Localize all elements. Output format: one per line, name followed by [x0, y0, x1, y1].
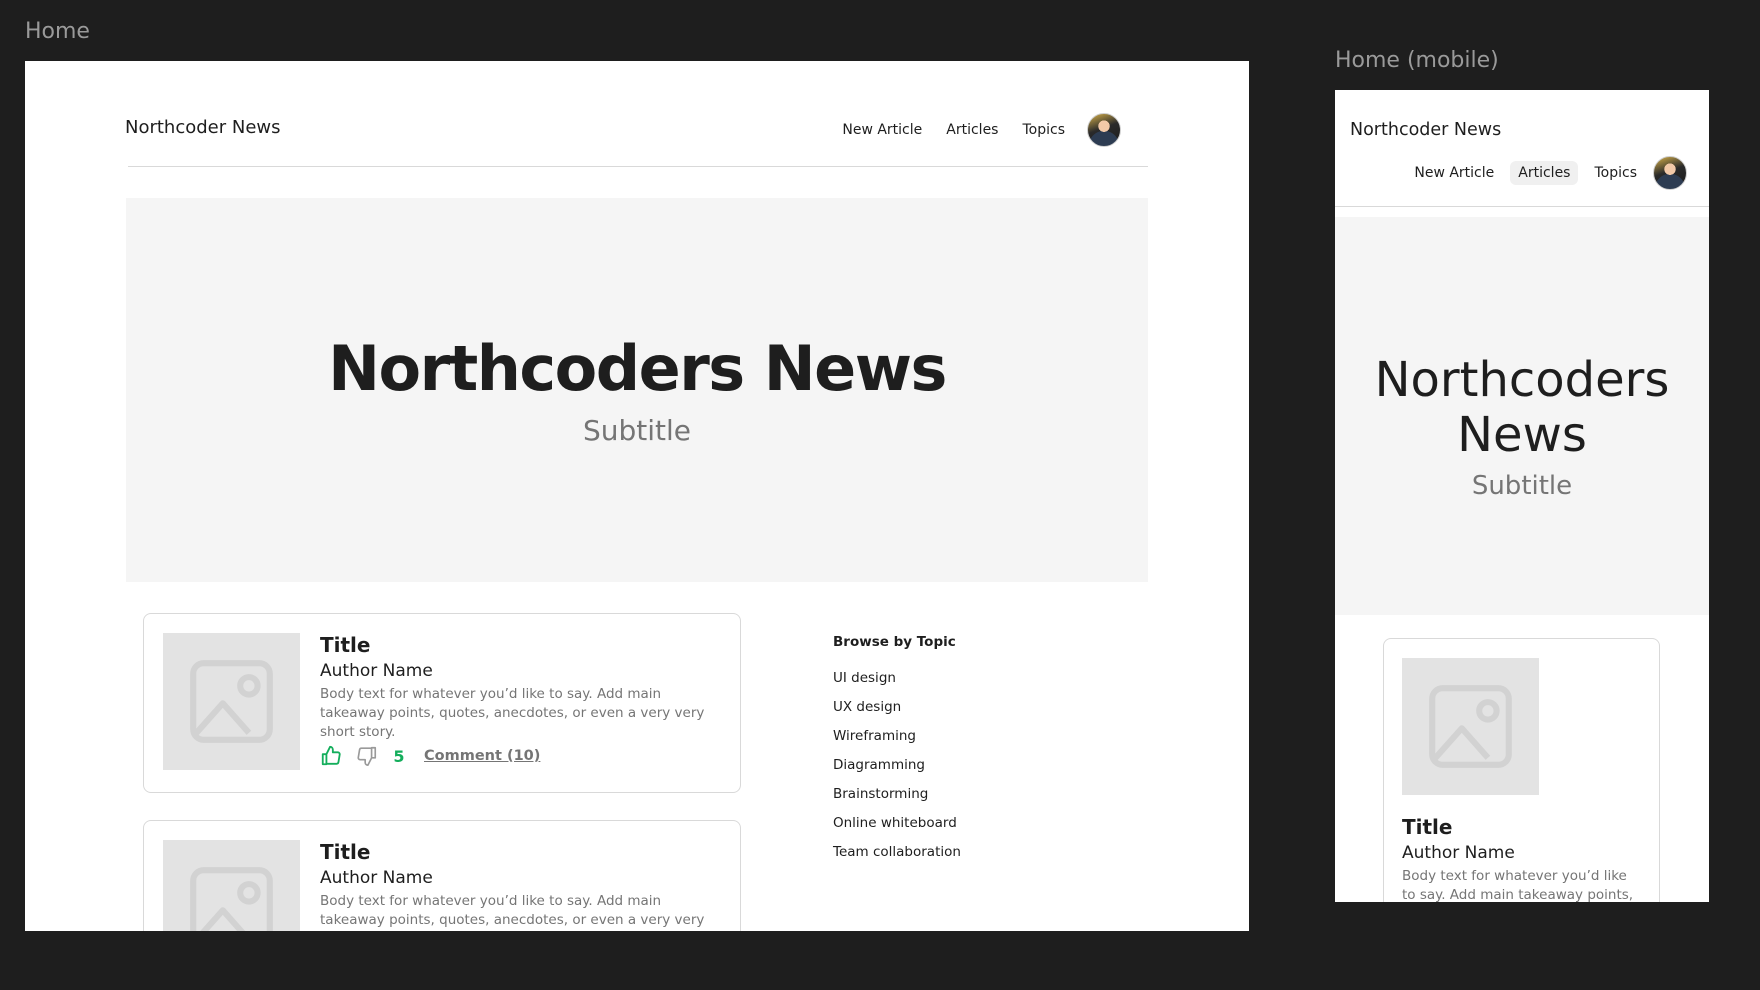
article-title[interactable]: Title	[320, 840, 720, 864]
article-body: Body text for whatever you’d like to say…	[1402, 868, 1634, 902]
frame-label-mobile: Home (mobile)	[1335, 48, 1499, 73]
article-title[interactable]: Title	[320, 633, 720, 657]
hero-title: Northcoders News	[1374, 352, 1670, 463]
site-header: Northcoder News New Article Articles Top…	[125, 113, 1145, 153]
topics-sidebar: Browse by Topic UI design UX design Wire…	[833, 634, 961, 871]
site-brand[interactable]: Northcoder News	[125, 117, 281, 138]
article-card[interactable]: Title Author Name Body text for whatever…	[143, 820, 741, 931]
article-author: Author Name	[320, 661, 433, 681]
article-actions: 5 Comment (10)	[320, 745, 540, 767]
article-author: Author Name	[1402, 843, 1515, 863]
header-divider	[128, 166, 1148, 167]
site-brand[interactable]: Northcoder News	[1350, 120, 1501, 140]
article-image-placeholder	[163, 840, 300, 931]
article-author: Author Name	[320, 868, 433, 888]
hero-subtitle: Subtitle	[1471, 471, 1573, 501]
topic-link[interactable]: UX design	[833, 697, 961, 726]
mobile-frame: Northcoder News New Article Articles Top…	[1335, 90, 1709, 902]
desktop-frame: Northcoder News New Article Articles Top…	[25, 61, 1249, 931]
header-divider	[1335, 206, 1709, 207]
main-nav: New Article Articles Topics	[840, 113, 1121, 147]
article-content: Title Author Name Body text for whatever…	[1402, 815, 1641, 902]
nav-topics[interactable]: Topics	[1020, 118, 1067, 142]
user-avatar[interactable]	[1653, 156, 1687, 190]
nav-articles[interactable]: Articles	[1510, 161, 1579, 185]
hero-subtitle: Subtitle	[582, 414, 692, 447]
hero-banner: Northcoders News Subtitle	[126, 198, 1148, 582]
nav-topics[interactable]: Topics	[1592, 161, 1639, 185]
topic-link[interactable]: UI design	[833, 668, 961, 697]
thumbs-up-icon[interactable]	[320, 745, 342, 767]
image-placeholder-icon	[190, 867, 273, 931]
topic-link[interactable]: Diagramming	[833, 755, 961, 784]
comment-link[interactable]: Comment (10)	[424, 748, 540, 764]
topic-link[interactable]: Team collaboration	[833, 842, 961, 871]
vote-count: 5	[393, 746, 405, 766]
article-image-placeholder	[1402, 658, 1539, 795]
hero-title: Northcoders News	[328, 332, 947, 405]
frame-label-desktop: Home	[25, 19, 90, 44]
topic-link[interactable]: Brainstorming	[833, 784, 961, 813]
article-title[interactable]: Title	[1402, 815, 1641, 839]
article-content: Title Author Name Body text for whatever…	[320, 633, 720, 742]
image-placeholder-icon	[1429, 685, 1512, 768]
article-card[interactable]: Title Author Name Body text for whatever…	[1383, 638, 1660, 902]
topics-heading: Browse by Topic	[833, 634, 956, 650]
thumbs-down-icon[interactable]	[356, 745, 378, 767]
topic-link[interactable]: Wireframing	[833, 726, 961, 755]
nav-articles[interactable]: Articles	[944, 118, 1000, 142]
article-content: Title Author Name Body text for whatever…	[320, 840, 720, 931]
main-nav: New Article Articles Topics	[1412, 156, 1687, 190]
article-card[interactable]: Title Author Name Body text for whatever…	[143, 613, 741, 793]
article-body: Body text for whatever you’d like to say…	[320, 893, 705, 928]
nav-new-article[interactable]: New Article	[840, 118, 924, 142]
nav-new-article[interactable]: New Article	[1412, 161, 1496, 185]
article-body: Body text for whatever you’d like to say…	[320, 686, 705, 740]
hero-banner: Northcoders News Subtitle	[1335, 217, 1709, 615]
topic-link[interactable]: Online whiteboard	[833, 813, 961, 842]
article-image-placeholder	[163, 633, 300, 770]
image-placeholder-icon	[190, 660, 273, 743]
user-avatar[interactable]	[1087, 113, 1121, 147]
